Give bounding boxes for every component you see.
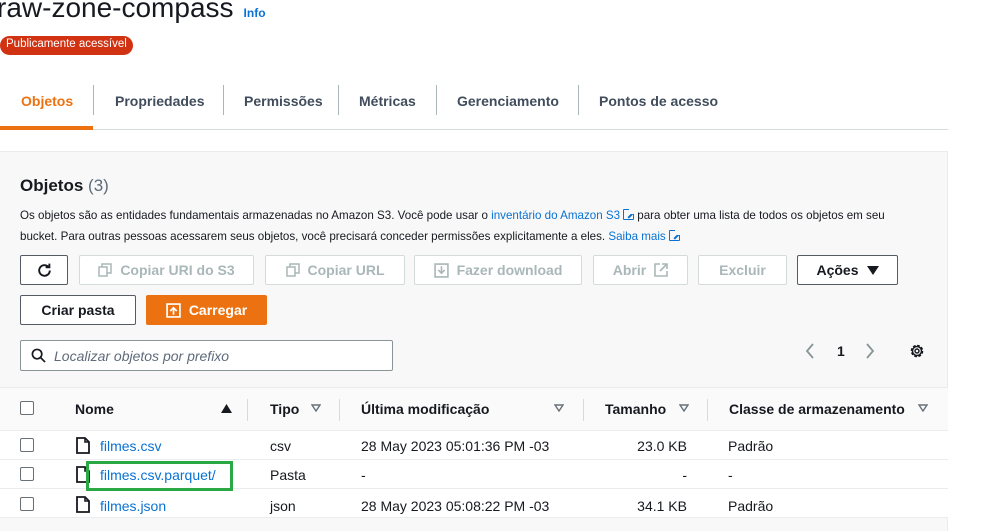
search-icon [31, 348, 46, 363]
public-access-badge: Publicamente acessível [0, 36, 133, 55]
column-divider [247, 399, 248, 421]
object-storage-class: Padrão [728, 438, 774, 454]
objects-count: (3) [88, 176, 109, 195]
column-header-size[interactable]: Tamanho [605, 401, 666, 417]
description-text: Os objetos são as entidades fundamentais… [20, 209, 492, 222]
table-settings-button[interactable] [908, 341, 926, 361]
chevron-right-icon [866, 343, 875, 359]
chevron-left-icon [805, 343, 814, 359]
tab-management[interactable]: Gerenciamento [457, 72, 559, 129]
actions-dropdown[interactable]: Ações [797, 255, 898, 285]
object-name[interactable]: filmes.json [100, 498, 166, 514]
copy-icon [285, 263, 300, 277]
objects-title: Objetos [20, 176, 84, 195]
next-page-button[interactable] [865, 341, 875, 361]
select-all-checkbox[interactable] [20, 401, 34, 415]
inventory-link[interactable]: inventário do Amazon S3 [491, 209, 620, 222]
upload-label: Carregar [188, 302, 248, 318]
objects-table-header: Nome Tipo Última modificação Tamanho Cla… [0, 387, 948, 431]
object-size: 23.0 KB [637, 438, 687, 454]
tab-divider [93, 85, 94, 115]
object-link[interactable]: filmes.json [100, 498, 166, 514]
table-row[interactable]: filmes.json json 28 May 2023 05:08:22 PM… [0, 489, 948, 518]
tab-divider [223, 85, 224, 115]
object-last-modified: - [361, 467, 366, 483]
object-last-modified: 28 May 2023 05:08:22 PM -03 [361, 498, 550, 514]
sort-icon[interactable] [918, 404, 928, 412]
column-divider [707, 399, 708, 421]
external-link-icon [654, 263, 669, 277]
table-row[interactable]: filmes.csv csv 28 May 2023 05:01:36 PM -… [0, 431, 948, 460]
tab-metrics[interactable]: Métricas [359, 72, 416, 129]
learn-more-link[interactable]: Saiba mais [608, 230, 665, 243]
tab-access-points[interactable]: Pontos de acesso [599, 72, 718, 129]
bucket-tabs: Objetos Propriedades Permissões Métricas… [0, 72, 948, 130]
open-label: Abrir [612, 262, 647, 278]
column-header-type[interactable]: Tipo [270, 401, 299, 417]
copy-url-button[interactable]: Copiar URL [265, 255, 405, 285]
tab-divider [338, 85, 339, 115]
file-icon [76, 437, 90, 454]
gear-icon [910, 344, 924, 358]
tab-objects[interactable]: Objetos [21, 72, 73, 129]
prefix-search-input[interactable] [54, 347, 374, 364]
copy-icon [98, 263, 113, 277]
objects-description: Os objetos são as entidades fundamentais… [20, 205, 920, 247]
object-link[interactable]: filmes.csv [100, 438, 161, 454]
tab-divider [436, 85, 437, 115]
row-checkbox[interactable] [20, 467, 34, 481]
object-type: Pasta [270, 467, 306, 483]
upload-button[interactable]: Carregar [146, 295, 267, 325]
column-divider [583, 399, 584, 421]
refresh-button[interactable] [20, 255, 68, 285]
delete-label: Excluir [719, 262, 766, 278]
tab-permissions[interactable]: Permissões [244, 72, 323, 129]
object-size: - [682, 467, 687, 483]
current-page[interactable]: 1 [837, 341, 845, 361]
column-divider [339, 399, 340, 421]
bucket-name: raw-zone-compass [0, 0, 234, 23]
delete-button[interactable]: Excluir [698, 255, 787, 285]
object-name[interactable]: filmes.csv [100, 438, 161, 454]
create-folder-button[interactable]: Criar pasta [20, 295, 136, 325]
download-button[interactable]: Fazer download [414, 255, 582, 285]
active-tab-indicator [0, 126, 93, 130]
upload-icon [166, 302, 181, 318]
file-icon [76, 496, 90, 513]
object-search [20, 340, 393, 371]
column-header-storage-class[interactable]: Classe de armazenamento [729, 401, 905, 417]
object-storage-class: Padrão [728, 498, 774, 514]
object-type: csv [270, 438, 291, 454]
download-label: Fazer download [456, 262, 563, 278]
copy-url-label: Copiar URL [307, 262, 385, 278]
sort-ascending-icon[interactable] [221, 404, 232, 413]
sort-icon[interactable] [554, 404, 564, 412]
copy-s3-uri-label: Copiar URI do S3 [120, 262, 235, 278]
caret-down-icon [866, 265, 879, 275]
column-header-name[interactable]: Nome [75, 401, 114, 417]
object-type: json [270, 498, 296, 514]
create-folder-label: Criar pasta [41, 302, 115, 318]
row-checkbox[interactable] [20, 438, 34, 452]
external-link-icon [623, 209, 635, 220]
sort-icon[interactable] [311, 404, 321, 412]
object-size: 34.1 KB [637, 498, 687, 514]
tab-properties[interactable]: Propriedades [115, 72, 204, 129]
column-header-last-modified[interactable]: Última modificação [361, 401, 489, 417]
external-link-icon [668, 230, 680, 241]
sort-icon[interactable] [679, 404, 689, 412]
info-link[interactable]: Info [244, 6, 266, 20]
open-button[interactable]: Abrir [593, 255, 688, 285]
refresh-icon [36, 262, 53, 279]
actions-label: Ações [816, 262, 859, 278]
objects-heading: Objetos (3) [20, 176, 109, 196]
download-icon [433, 262, 449, 278]
copy-s3-uri-button[interactable]: Copiar URI do S3 [79, 255, 254, 285]
bucket-title: raw-zone-compass Info [0, 0, 266, 24]
object-last-modified: 28 May 2023 05:01:36 PM -03 [361, 438, 550, 454]
tab-divider [578, 85, 579, 115]
highlight-annotation [86, 461, 233, 491]
previous-page-button[interactable] [805, 341, 815, 361]
object-storage-class: - [728, 467, 733, 483]
